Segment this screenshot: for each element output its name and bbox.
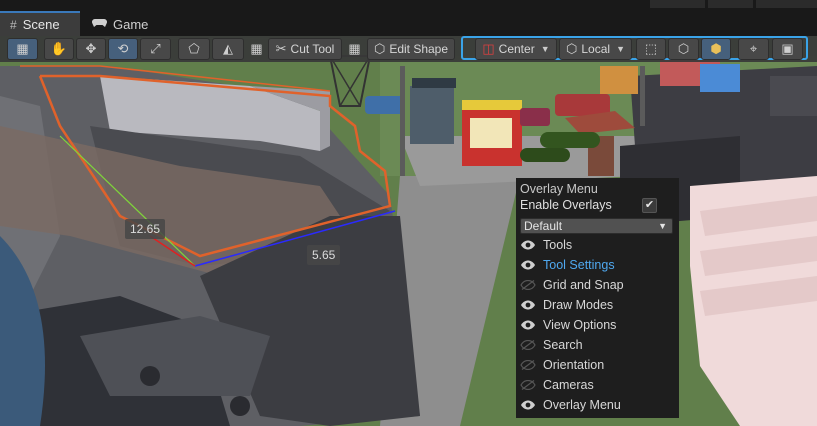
cut-tool-label: Cut Tool [290,42,335,56]
overlay-item-label: Orientation [543,358,605,372]
enable-overlays-checkbox[interactable]: ✔ [642,198,657,213]
gamepad-icon [91,17,108,31]
rotate-tool-button[interactable]: ⟲ [108,38,138,60]
window-control[interactable] [650,0,705,8]
eye-icon[interactable] [520,318,536,332]
grid-icon: # [10,17,17,32]
edit-shape-button[interactable]: ⬡ Edit Shape [367,38,455,60]
overlay-item-grid-and-snap[interactable]: Grid and Snap [520,276,624,294]
window-control[interactable] [756,0,817,8]
eye-icon[interactable] [520,298,536,312]
eye-icon[interactable] [520,398,536,412]
overlay-item-view-options[interactable]: View Options [520,316,616,334]
pivot-dropdown[interactable]: ◫ Center ▼ [475,38,557,60]
overlay-item-label: Overlay Menu [543,398,621,412]
overlay-item-tool-settings[interactable]: Tool Settings [520,256,615,274]
overlay-item-tools[interactable]: Tools [520,236,572,254]
grid-icon: ▦ [250,41,263,56]
grid-toggle-button[interactable]: ▦ [7,38,38,60]
scene-render [0,36,817,426]
eye-closed-icon[interactable] [520,378,536,392]
window-control[interactable] [708,0,753,8]
cut-tool-button[interactable]: ✂ Cut Tool [268,38,342,60]
pivot-icon: ◫ [482,41,495,56]
overlay-item-cameras[interactable]: Cameras [520,376,594,394]
face-mode-button[interactable]: ⬢ [701,38,731,60]
move-tool-button[interactable]: ✥ [76,38,106,60]
overlay-preset-value: Default [524,219,563,233]
overlay-preset-dropdown[interactable]: Default ▼ [520,218,673,234]
cut-icon: ✂ [275,41,287,56]
face-cube-icon: ⬢ [710,41,722,56]
scale-icon: ⤢ [150,41,161,56]
vertex-icon: ◭ [223,41,233,56]
grid-snap-icon-button[interactable]: ▦ [248,38,265,60]
cube-icon: ⬡ [373,41,386,56]
eye-icon[interactable] [520,258,536,272]
marquee-button[interactable]: ▣ [772,38,803,60]
chevron-down-icon: ▼ [616,44,625,54]
overlay-item-search[interactable]: Search [520,336,583,354]
tab-game-label: Game [113,16,149,32]
hand-tool-button[interactable]: ✋ [44,38,74,60]
eye-icon[interactable] [520,238,536,252]
overlay-menu: Overlay Menu Enable Overlays ✔ Default ▼… [516,178,679,418]
rotate-icon: ⟲ [117,41,129,56]
hand-icon: ✋ [50,41,68,56]
space-label: Local [581,42,611,56]
overlay-item-label: Grid and Snap [543,278,624,292]
overlay-item-label: Tool Settings [543,258,615,272]
grid-icon: ▦ [348,41,361,56]
scene-viewport[interactable]: 12.65 5.65 [0,36,817,426]
pick-button[interactable]: ⌖ [738,38,769,60]
cube-icon: ⬡ [677,41,690,56]
pivot-label: Center [498,42,535,56]
space-dropdown[interactable]: ⬡ Local ▼ [559,38,632,60]
cube-icon: ⬡ [566,41,578,56]
overlay-item-label: View Options [543,318,617,332]
overlay-item-overlay-menu[interactable]: Overlay Menu [520,396,621,414]
chevron-down-icon: ▼ [658,221,667,231]
eye-closed-icon[interactable] [520,278,536,292]
select-mode-button[interactable]: ⬚ [636,38,666,60]
overlay-item-label: Search [543,338,583,352]
enable-overlays-label: Enable Overlays [520,198,612,212]
eye-closed-icon[interactable] [520,358,536,372]
pick-icon: ⌖ [749,41,758,56]
bounds-icon: ⬚ [644,41,658,56]
grid-icon: ▦ [16,41,29,56]
object-mode-button[interactable]: ⬡ [668,38,699,60]
vertex-tool-button[interactable]: ◭ [212,38,244,60]
scale-tool-button[interactable]: ⤢ [140,38,171,60]
overlay-item-orientation[interactable]: Orientation [520,356,604,374]
overlay-item-label: Tools [543,238,573,252]
edit-shape-label: Edit Shape [389,42,449,56]
overlay-item-label: Cameras [543,378,594,392]
eye-closed-icon[interactable] [520,338,536,352]
overlay-item-draw-modes[interactable]: Draw Modes [520,296,613,314]
checkmark-icon: ✔ [644,199,655,211]
grid-snap-icon-button[interactable]: ▦ [346,38,363,60]
tab-scene-label: Scene [22,17,60,32]
tab-game[interactable]: Game [82,12,152,36]
overlay-item-label: Draw Modes [543,298,614,312]
marquee-icon: ▣ [781,41,794,56]
move-icon: ✥ [85,41,97,56]
shape-icon: ⬠ [188,41,200,56]
chevron-down-icon: ▼ [540,44,550,54]
measure-label: 5.65 [307,245,341,265]
custom-tool-button[interactable]: ⬠ [178,38,210,60]
measure-label: 12.65 [125,219,166,239]
overlay-menu-title: Overlay Menu [520,182,598,196]
tab-scene[interactable]: # Scene [0,11,80,36]
